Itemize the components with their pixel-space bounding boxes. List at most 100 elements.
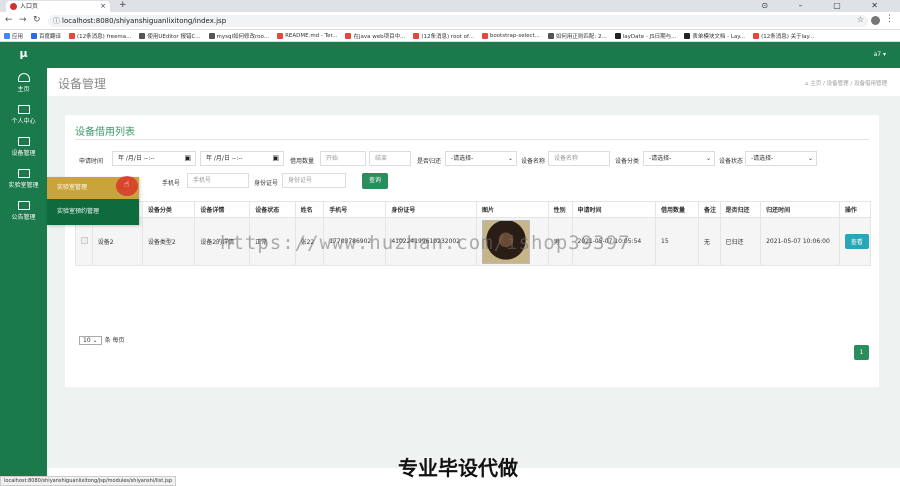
submenu-item-lab-booking[interactable]: 实验室预约管理 — [47, 199, 139, 225]
device-category-label: 设备分类 — [615, 158, 640, 165]
device-status-label: 设备状态 — [719, 158, 744, 165]
back-icon[interactable]: ← — [5, 15, 13, 25]
view-button[interactable]: 查看 — [844, 234, 869, 249]
sidebar-item-devices[interactable]: 设备管理 — [0, 137, 47, 164]
cell-category: 设备类型2 — [141, 217, 196, 266]
bookmark-favicon-icon — [31, 32, 38, 39]
sidebar-item-profile[interactable]: 个人中心 — [0, 105, 47, 132]
device-name-placeholder: 设备名称 — [554, 155, 579, 162]
bookmark-item[interactable]: README.md - Ter... — [277, 32, 338, 39]
bookmark-favicon-icon — [547, 32, 554, 39]
page-size-select[interactable]: 10 ⌄ — [79, 336, 102, 345]
new-tab-icon[interactable]: + — [119, 0, 127, 11]
site-info-icon[interactable]: ⓘ — [53, 15, 60, 27]
borrow-count-end-input[interactable]: 结束 — [369, 151, 411, 166]
window-controls[interactable]: ⊙ – ▢ ✕ — [761, 0, 892, 11]
device-status-select[interactable]: -请选择- ⌄ — [745, 151, 817, 166]
column-header: 手机号 — [323, 201, 387, 218]
top-bar: a7 ▾ — [47, 42, 900, 68]
calendar-icon[interactable]: ▣ — [184, 152, 191, 165]
cell-count: 15 — [655, 217, 700, 266]
apply-time-start-input[interactable]: 年 /月/日 --:-- ▣ — [112, 151, 196, 166]
cell-return-time: 2021-05-07 10:06:00 — [760, 217, 840, 266]
bookmark-item[interactable]: bootstrap-select... — [481, 32, 540, 39]
device-category-select[interactable]: -请选择- ⌄ — [643, 151, 715, 166]
url-input[interactable]: ⓘ localhost:8080/shiyanshiguanlixitong/i… — [48, 15, 868, 27]
bookmark-item[interactable]: 如何用正则匹配: 2... — [547, 32, 607, 40]
close-tab-icon[interactable]: × — [100, 1, 106, 12]
select-placeholder: -请选择- — [649, 155, 672, 162]
tab-title: 入口页 — [20, 3, 39, 10]
bookmark-label: layDate - JS日期与... — [622, 33, 677, 40]
bookmark-label: README.md - Ter... — [285, 32, 338, 39]
returned-select[interactable]: -请选择- ⌄ — [445, 151, 517, 166]
page-header: 设备管理 ⌂ 主页 / 设备管理 / 设备借用管理 — [47, 68, 900, 96]
bookmark-item[interactable]: 使用UEditor 报错C... — [139, 32, 201, 40]
bookmark-item[interactable]: 表单模块文档 - Lay... — [684, 32, 745, 40]
bookmark-label: (12条消息) root of... — [421, 33, 474, 40]
sidebar-item-notices[interactable]: 公告管理 — [0, 201, 47, 228]
bookmark-item[interactable]: 百度翻译 — [31, 32, 61, 40]
query-button[interactable]: 查询 — [362, 173, 388, 189]
phone-input[interactable]: 手机号 — [187, 173, 249, 188]
pagination-page-1[interactable]: 1 — [854, 345, 869, 360]
monitor-icon — [17, 137, 30, 146]
sidebar-item-labs[interactable]: 实验室管理 — [0, 169, 47, 196]
page-size-value: 10 — [83, 337, 91, 344]
end-placeholder: 结束 — [375, 155, 388, 162]
tab-favicon-icon — [10, 3, 17, 10]
sidebar-item-label: 主页 — [17, 86, 30, 93]
bookmark-item[interactable]: (12条消息) root of... — [413, 32, 474, 40]
page-size-suffix: 条 每页 — [104, 337, 125, 344]
cell-remark: 无 — [698, 217, 721, 266]
browser-menu-icon[interactable]: ⋮ — [885, 14, 894, 24]
bookmark-label: 在java web项目中... — [353, 33, 406, 40]
apply-time-end-input[interactable]: 年 /月/日 --:-- ▣ — [200, 151, 284, 166]
bookmark-item[interactable]: layDate - JS日期与... — [614, 32, 677, 40]
forward-icon[interactable]: → — [19, 15, 27, 25]
device-name-input[interactable]: 设备名称 — [548, 151, 610, 166]
column-header: 身份证号 — [385, 201, 478, 218]
phone-label: 手机号 — [162, 180, 181, 187]
column-header: 设备详情 — [194, 201, 251, 218]
monitor-icon — [17, 201, 30, 210]
browser-tab-bar: 入口页 × + ⊙ – ▢ ✕ — [0, 0, 900, 12]
reload-icon[interactable]: ↻ — [33, 15, 41, 25]
app-logo: μ — [19, 47, 28, 60]
bookmark-star-icon[interactable]: ☆ — [857, 15, 864, 24]
cell-returned: 已归还 — [719, 217, 762, 266]
start-placeholder: 开始 — [326, 155, 339, 162]
row-checkbox[interactable] — [81, 237, 88, 244]
idcard-input[interactable]: 身份证号 — [282, 173, 346, 188]
browser-tab[interactable]: 入口页 × — [6, 1, 110, 12]
bookmark-favicon-icon — [481, 32, 488, 39]
returned-label: 是否归还 — [417, 158, 442, 165]
breadcrumb[interactable]: ⌂ 主页 / 设备管理 / 设备借用管理 — [805, 79, 887, 87]
bookmark-item[interactable]: (12条消息) 关于lay... — [753, 32, 814, 40]
bookmarks-bar: 应用 百度翻译 (12条消息) freema... 使用UEditor 报错C... m… — [0, 30, 900, 42]
bookmark-label: 使用UEditor 报错C... — [147, 33, 201, 40]
bookmark-favicon-icon — [684, 32, 691, 39]
column-header: 归还时间 — [760, 201, 840, 218]
user-menu[interactable]: a7 ▾ — [874, 51, 886, 58]
bookmark-item[interactable]: 应用 — [4, 32, 23, 40]
bookmark-label: 百度翻译 — [39, 33, 62, 40]
calendar-icon[interactable]: ▣ — [272, 152, 279, 165]
sidebar-item-label: 实验室管理 — [8, 182, 39, 189]
bookmark-item[interactable]: 在java web项目中... — [345, 32, 405, 40]
bookmark-item[interactable]: (12条消息) freema... — [69, 32, 131, 40]
bookmark-label: (12条消息) 关于lay... — [761, 33, 815, 40]
device-name-label: 设备名称 — [521, 158, 546, 165]
borrow-count-start-input[interactable]: 开始 — [320, 151, 366, 166]
chevron-down-icon: ⌄ — [705, 155, 711, 162]
bookmark-favicon-icon — [413, 32, 420, 39]
sidebar-item-home[interactable]: 主页 — [0, 73, 47, 100]
bookmark-label: 应用 — [12, 33, 24, 40]
profile-avatar[interactable] — [871, 16, 880, 25]
column-header: 是否归还 — [719, 201, 762, 218]
chevron-down-icon: ⌄ — [507, 155, 513, 162]
apply-time-label: 申请时间 — [79, 158, 104, 165]
bookmark-favicon-icon — [139, 32, 146, 39]
column-header: 设备状态 — [249, 201, 296, 218]
bookmark-item[interactable]: mysql如何修改roo... — [208, 32, 269, 40]
